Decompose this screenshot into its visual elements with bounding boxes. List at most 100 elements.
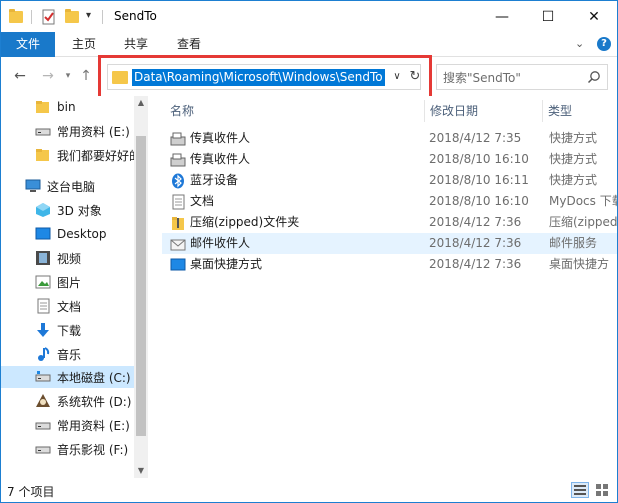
ribbon-tabs: 文件 主页 共享 查看 ⌄ ? <box>1 32 617 57</box>
desktop-icon <box>35 226 51 242</box>
custom-drive-icon <box>35 393 51 409</box>
drive-icon <box>35 441 51 457</box>
file-name: 压缩(zipped)文件夹 <box>190 215 300 229</box>
large-icons-view-button[interactable] <box>593 482 611 498</box>
nav-item-drive-e[interactable]: 常用资料 (E:) <box>1 414 136 436</box>
search-icon[interactable] <box>587 70 601 84</box>
new-folder-icon[interactable] <box>65 9 79 23</box>
file-date: 2018/4/12 7:36 <box>429 215 522 229</box>
search-input[interactable] <box>443 69 583 86</box>
tab-share[interactable]: 共享 <box>111 32 161 57</box>
file-name: 文档 <box>190 194 215 208</box>
desktop-shortcut-icon <box>170 257 186 273</box>
nav-item-label: 我们都要好好的 <box>57 148 136 163</box>
refresh-icon[interactable]: ↻ <box>408 67 422 87</box>
music-icon <box>35 346 51 362</box>
nav-item-desktop[interactable]: Desktop <box>1 223 136 245</box>
computer-icon <box>25 178 41 194</box>
nav-scrollbar[interactable]: ▲ ▼ <box>134 96 148 478</box>
search-box[interactable] <box>436 64 608 90</box>
tab-home[interactable]: 主页 <box>59 32 109 57</box>
forward-arrow-icon[interactable]: → <box>39 67 57 85</box>
tab-file[interactable]: 文件 <box>1 32 55 57</box>
file-row[interactable]: 压缩(zipped)文件夹 2018/4/12 7:36 压缩(zipped <box>162 212 617 233</box>
column-divider[interactable] <box>542 100 543 122</box>
nav-item-label: 图片 <box>57 275 82 290</box>
column-header-date[interactable]: 修改日期 <box>430 100 478 122</box>
fax-icon <box>170 131 186 147</box>
file-list: 名称 修改日期 类型 传真收件人 2018/4/12 7:35 快捷方式 传真收… <box>148 96 617 478</box>
file-row[interactable]: 桌面快捷方式 2018/4/12 7:36 桌面快捷方 <box>162 254 617 275</box>
nav-item-folder[interactable]: 我们都要好好的 <box>1 144 136 166</box>
nav-item-label: 音乐影视 (F:) <box>57 442 129 457</box>
address-bar[interactable]: Data\Roaming\Microsoft\Windows\SendTo ∨ … <box>107 64 421 90</box>
close-button[interactable]: ✕ <box>571 1 617 32</box>
nav-item-videos[interactable]: 视频 <box>1 247 136 269</box>
document-icon <box>170 194 186 210</box>
file-type: MyDocs 下载 <box>549 194 617 208</box>
file-type: 桌面快捷方 <box>549 257 610 271</box>
recent-locations-icon[interactable]: ▾ <box>59 67 77 85</box>
help-icon[interactable]: ? <box>597 37 611 51</box>
nav-item-this-pc[interactable]: 这台电脑 <box>1 175 136 197</box>
nav-item-downloads[interactable]: 下载 <box>1 319 136 341</box>
nav-item-music[interactable]: 音乐 <box>1 343 136 365</box>
file-name: 传真收件人 <box>190 131 251 145</box>
scrollbar-thumb[interactable] <box>136 136 146 436</box>
properties-icon[interactable] <box>41 9 57 25</box>
file-date: 2018/4/12 7:36 <box>429 236 522 250</box>
scroll-up-icon[interactable]: ▲ <box>134 96 148 110</box>
navigation-bar: ← → ▾ ↑ Data\Roaming\Microsoft\Windows\S… <box>1 58 617 96</box>
nav-item-label: Desktop <box>57 227 107 241</box>
nav-item-drive-f[interactable]: 音乐影视 (F:) <box>1 438 136 460</box>
file-date: 2018/8/10 16:10 <box>429 152 529 166</box>
documents-icon <box>35 298 51 314</box>
minimize-button[interactable]: — <box>479 1 525 32</box>
nav-item-drive-d[interactable]: 系统软件 (D:) <box>1 390 136 412</box>
expand-ribbon-icon[interactable]: ⌄ <box>575 37 584 50</box>
back-arrow-icon[interactable]: ← <box>11 67 29 85</box>
file-date: 2018/4/12 7:36 <box>429 257 522 271</box>
file-name: 传真收件人 <box>190 152 251 166</box>
mail-icon <box>170 236 186 252</box>
customize-toolbar-icon[interactable]: ▾ <box>86 10 91 21</box>
nav-item-bin[interactable]: bin <box>1 96 136 118</box>
nav-item-label: 音乐 <box>57 347 82 362</box>
tab-view[interactable]: 查看 <box>164 32 214 57</box>
zip-folder-icon <box>170 215 186 231</box>
file-row[interactable]: 传真收件人 2018/4/12 7:35 快捷方式 <box>162 128 617 149</box>
file-row[interactable]: 蓝牙设备 2018/8/10 16:11 快捷方式 <box>162 170 617 191</box>
file-date: 2018/8/10 16:10 <box>429 194 529 208</box>
folder-icon <box>9 9 23 23</box>
file-name: 蓝牙设备 <box>190 173 239 187</box>
nav-item-documents[interactable]: 文档 <box>1 295 136 317</box>
file-name: 邮件收件人 <box>190 236 251 250</box>
file-type: 邮件服务 <box>549 236 598 250</box>
file-type: 快捷方式 <box>549 152 598 166</box>
nav-item-label: 本地磁盘 (C:) <box>57 370 131 385</box>
nav-item-pictures[interactable]: 图片 <box>1 271 136 293</box>
maximize-button[interactable]: ☐ <box>525 1 571 32</box>
scroll-down-icon[interactable]: ▼ <box>134 464 148 478</box>
explorer-window: ▾ SendTo — ☐ ✕ 文件 主页 共享 查看 ⌄ ? ← → ▾ ↑ D… <box>0 0 618 503</box>
status-bar: 7 个项目 <box>1 478 617 502</box>
address-dropdown-icon[interactable]: ∨ <box>389 67 405 87</box>
nav-item-drive-c[interactable]: 本地磁盘 (C:) <box>1 366 136 388</box>
3d-objects-icon <box>35 202 51 218</box>
file-row[interactable]: 传真收件人 2018/8/10 16:10 快捷方式 <box>162 149 617 170</box>
column-header-type[interactable]: 类型 <box>548 100 572 122</box>
nav-item-3d-objects[interactable]: 3D 对象 <box>1 199 136 221</box>
navigation-pane: bin 常用资料 (E:) 我们都要好好的 这台电脑 3D 对象 Desktop… <box>1 96 148 478</box>
file-row[interactable]: 文档 2018/8/10 16:10 MyDocs 下载 <box>162 191 617 212</box>
folder-icon <box>35 99 51 115</box>
drive-icon <box>35 369 51 385</box>
address-path[interactable]: Data\Roaming\Microsoft\Windows\SendTo <box>132 69 385 86</box>
column-divider[interactable] <box>424 100 425 122</box>
details-view-button[interactable] <box>571 482 589 498</box>
up-arrow-icon[interactable]: ↑ <box>77 67 95 85</box>
column-header-name[interactable]: 名称 <box>170 100 194 122</box>
title-bar: ▾ SendTo — ☐ ✕ <box>1 1 617 32</box>
file-row[interactable]: 邮件收件人 2018/4/12 7:36 邮件服务 <box>162 233 617 254</box>
nav-item-label: 文档 <box>57 299 82 314</box>
nav-item-drive-e[interactable]: 常用资料 (E:) <box>1 120 136 142</box>
